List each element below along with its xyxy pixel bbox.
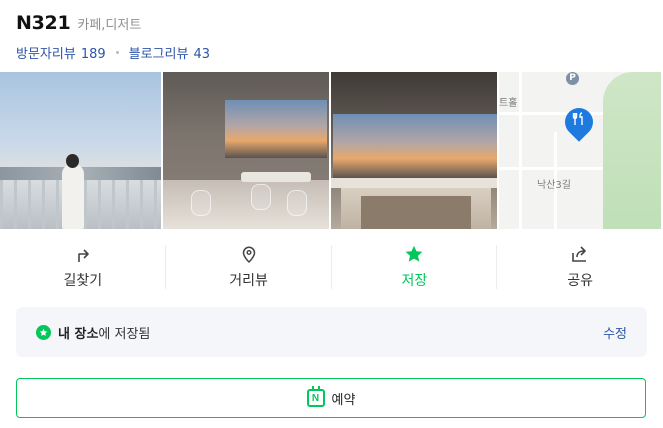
- map-label-street: 낙산3길: [537, 180, 571, 191]
- directions-label: 길찾기: [63, 273, 103, 289]
- my-places-label: 내 장소: [58, 326, 99, 342]
- streetview-label: 거리뷰: [229, 273, 268, 289]
- separator-dot: [115, 50, 119, 54]
- place-name: N321: [16, 12, 71, 34]
- reserve-label: 예약: [331, 392, 356, 408]
- cutlery-icon: [569, 112, 589, 132]
- blog-reviews-count: 43: [193, 46, 210, 62]
- place-category: 카페,디저트: [77, 18, 142, 33]
- share-label: 공유: [567, 273, 593, 289]
- calendar-icon: N: [306, 386, 325, 407]
- streetview-button[interactable]: 거리뷰: [166, 229, 332, 305]
- map-thumbnail[interactable]: P 트홀 낙산3길: [499, 72, 661, 229]
- directions-button[interactable]: 길찾기: [0, 229, 166, 305]
- directions-icon: [78, 249, 89, 262]
- streetview-icon: [242, 246, 255, 264]
- photo-interior-sunset[interactable]: [163, 72, 329, 229]
- action-bar: 길찾기 거리뷰 저장 공유: [0, 229, 663, 305]
- saved-status-text: 내 장소에 저장됨: [58, 323, 150, 342]
- visitor-reviews-count: 189: [80, 46, 106, 62]
- map-label-top: 트홀: [499, 98, 518, 109]
- blog-reviews-link[interactable]: 블로그리뷰 43: [129, 43, 210, 62]
- visitor-reviews-link[interactable]: 방문자리뷰 189: [16, 43, 106, 62]
- save-button[interactable]: 저장: [332, 229, 498, 305]
- saved-status-box: 내 장소에 저장됨 수정: [16, 307, 647, 357]
- star-icon: [405, 245, 423, 262]
- share-icon: [572, 246, 587, 262]
- edit-saved-button[interactable]: 수정: [603, 323, 627, 342]
- saved-star-icon: [36, 324, 51, 340]
- save-label: 저장: [401, 273, 428, 289]
- photo-strip: P 트홀 낙산3길: [0, 72, 663, 229]
- photo-interior-window[interactable]: [331, 72, 497, 229]
- place-header: N321 카페,디저트 방문자리뷰 189 블로그리뷰 43: [16, 12, 647, 62]
- reserve-button[interactable]: N 예약: [16, 378, 646, 418]
- blog-reviews-label: 블로그리뷰: [128, 46, 189, 62]
- saved-suffix: 에 저장됨: [98, 326, 151, 342]
- parking-badge: P: [566, 72, 579, 85]
- share-button[interactable]: 공유: [497, 229, 663, 305]
- visitor-reviews-label: 방문자리뷰: [16, 46, 76, 62]
- photo-terrace[interactable]: [0, 72, 161, 229]
